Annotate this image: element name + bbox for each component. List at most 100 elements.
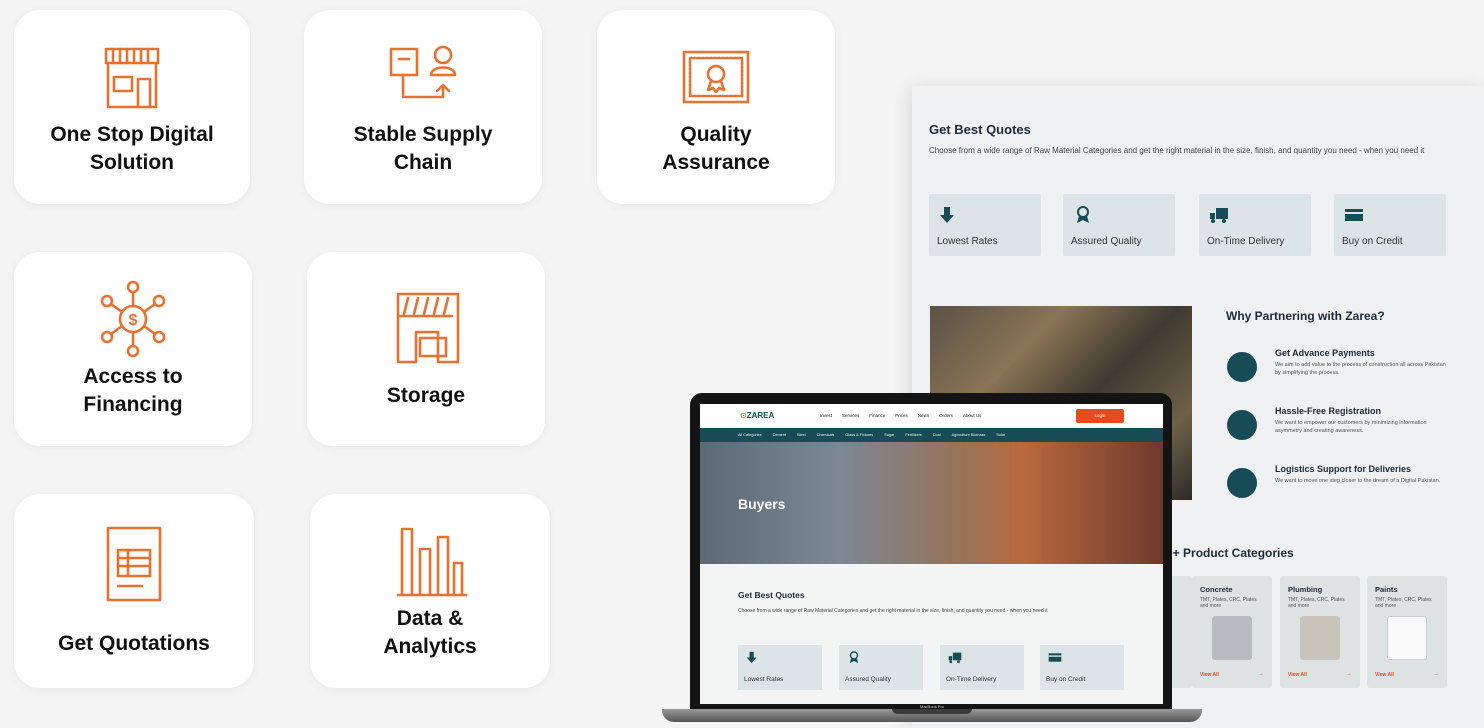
nav-link-about[interactable]: About Us [963,413,982,418]
why-partner-heading: Why Partnering with Zarea? [1226,309,1385,323]
arrow-right-icon: → [1258,671,1264,677]
pipes-image [1300,616,1340,660]
feature-tile-on-time-delivery[interactable]: On-Time Delivery [940,645,1024,690]
partner-item-desc: We aim to add value to the process of co… [1275,362,1446,376]
nav-link-news[interactable]: News [918,413,929,418]
category-item[interactable]: Fertilizers [905,433,921,437]
partner-item-desc: We want to move one step closer to the d… [1275,478,1441,484]
nav-link-finance[interactable]: Finance [869,413,885,418]
feature-card-analytics: Data & Analytics [310,494,550,688]
concrete-block-image [1212,616,1252,660]
certificate-icon [676,37,756,117]
feature-label: Lowest Rates [937,236,998,247]
svg-text:$: $ [129,312,138,329]
laptop-model-label: MacBook Pro [919,704,944,709]
feature-tile-assured-quality[interactable]: Assured Quality [839,645,923,690]
feature-label: Stable Supply Chain [353,123,493,174]
feature-label: Storage [386,384,466,407]
section-description: Choose from a wide range of Raw Material… [738,608,1048,614]
zarea-logo[interactable]: ⊙ZAREA [740,411,774,420]
feature-tile-on-time-delivery[interactable]: On-Time Delivery [1199,194,1311,256]
product-name: Paints [1375,585,1398,594]
product-card-paints[interactable]: Paints TMT, Plates, CRC, Plates and more… [1367,576,1447,688]
login-button[interactable]: Login [1076,409,1124,423]
badge-icon [849,651,859,664]
hero-banner: Buyers [700,442,1163,564]
page-description: Choose from a wide range of Raw Material… [929,146,1425,155]
laptop-notch [892,709,972,714]
hero-title: Buyers [738,496,786,512]
feature-label: On-Time Delivery [1207,236,1285,247]
feature-label: Assured Quality [845,676,891,683]
document-icon [94,524,174,604]
nav-link-orders[interactable]: Orders [939,413,953,418]
product-name: Concrete [1200,585,1233,594]
feature-label: On-Time Delivery [946,676,997,683]
storefront-icon [92,37,172,117]
partner-item-title: Get Advance Payments [1275,348,1375,358]
product-name: Plumbing [1288,585,1323,594]
category-item[interactable]: Sugar [884,433,894,437]
feature-label: Buy on Credit [1046,676,1086,683]
product-card-concrete[interactable]: Concrete TMT, Plates, CRC, Plates and mo… [1192,576,1272,688]
view-all-link[interactable]: View All [1288,672,1307,678]
feature-tile-buy-on-credit[interactable]: Buy on Credit [1040,645,1124,690]
feature-card-financing: $ Access to Financing [14,252,252,446]
category-item[interactable]: Steel [797,433,806,437]
section-title: Get Best Quotes [738,590,805,600]
category-item[interactable]: Agriculture Biomass [952,433,986,437]
feature-label: One Stop Digital Solution [50,123,214,174]
partner-item-title: Hassle-Free Registration [1275,406,1382,416]
feature-label: Get Quotations [58,632,210,655]
truck-icon [948,652,962,664]
category-item[interactable]: Cement [773,433,786,437]
logo-text: ZAREA [746,411,775,420]
partner-item: Get Advance Payments We aim to add value… [1227,348,1467,388]
supply-chain-icon [383,37,463,117]
category-all[interactable]: All Categories [738,433,762,437]
feature-tile-buy-on-credit[interactable]: Buy on Credit [1334,194,1446,256]
warehouse-icon [386,288,466,368]
dollar-network-icon: $ [93,279,173,359]
partner-item-desc: We want to empower our customers by mini… [1275,420,1427,434]
product-categories-heading: 0+ Product Categories [1166,546,1294,560]
bar-chart-icon [390,521,470,601]
arrow-right-icon: → [1433,671,1439,677]
feature-card-quality: Quality Assurance [597,10,835,204]
arrow-right-icon: → [1346,671,1352,677]
truck-icon [1210,208,1228,223]
view-all-link[interactable]: View All [1200,672,1219,678]
product-card-plumbing[interactable]: Plumbing TMT, Plates, CRC, Plates and mo… [1280,576,1360,688]
partner-item: Hassle-Free Registration We want to empo… [1227,406,1467,446]
price-tag-icon [940,207,954,223]
feature-card-storage: Storage [307,252,545,446]
feature-card-quotations: Get Quotations [14,494,254,688]
feature-label: Buy on Credit [1342,236,1403,247]
product-desc: TMT, Plates, CRC, Plates and more [1200,597,1257,609]
product-desc: TMT, Plates, CRC, Plates and more [1288,597,1345,609]
payment-icon [1227,352,1257,382]
partner-item: Logistics Support for Deliveries We want… [1227,464,1467,504]
feature-label: Assured Quality [1071,236,1142,247]
laptop-screen: ⊙ZAREA Invest Services Finance Prices Ne… [700,404,1163,704]
category-item[interactable]: Glass & Fixtures [845,433,873,437]
category-item[interactable]: Coal [933,433,941,437]
category-bar: All Categories Cement Steel Chemicals Gl… [700,428,1163,442]
feature-tile-lowest-rates[interactable]: Lowest Rates [929,194,1041,256]
category-item[interactable]: Solar [996,433,1005,437]
nav-link-prices[interactable]: Prices [895,413,908,418]
view-all-link[interactable]: View All [1375,672,1394,678]
nav-link-invest[interactable]: Invest [820,413,832,418]
feature-tile-assured-quality[interactable]: Assured Quality [1063,194,1175,256]
logistics-icon [1227,468,1257,498]
partner-item-title: Logistics Support for Deliveries [1275,464,1412,474]
category-item[interactable]: Chemicals [817,433,835,437]
feature-label: Quality Assurance [662,123,770,174]
nav-link-services[interactable]: Services [842,413,859,418]
feature-tile-lowest-rates[interactable]: Lowest Rates [738,645,822,690]
site-navbar: ⊙ZAREA Invest Services Finance Prices Ne… [700,404,1163,428]
credit-card-icon [1048,653,1062,662]
feature-label: Lowest Rates [744,676,784,683]
paint-bucket-image [1387,616,1427,660]
credit-card-icon [1345,209,1363,221]
